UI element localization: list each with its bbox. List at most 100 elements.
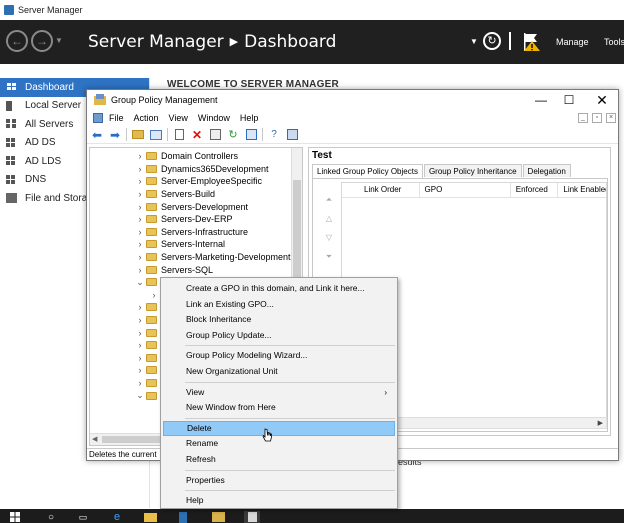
move-bottom-icon[interactable]: ⏷ [323,252,335,271]
menu-file[interactable]: File [109,113,124,123]
console-icon[interactable] [93,113,103,123]
expand-chevron-icon[interactable]: › [134,252,146,262]
servers-icon [6,119,17,130]
tree-item[interactable]: › Servers-Infrastructure [134,226,249,239]
tree-item[interactable]: › Servers-Build [134,188,216,201]
notepad-icon[interactable] [244,511,260,523]
menu-item-delete[interactable]: Delete [163,420,395,436]
edge-icon[interactable]: e [110,511,124,523]
expand-chevron-icon[interactable]: › [134,315,146,325]
refresh-icon[interactable]: ↻ [483,32,501,50]
start-icon[interactable] [8,511,22,523]
expand-chevron-icon[interactable]: › [134,328,146,338]
menu-item-new-organizational-unit[interactable]: New Organizational Unit [163,364,395,379]
history-dropdown-icon[interactable]: ▼ [55,36,63,45]
collapse-chevron-icon[interactable]: ⌄ [134,277,146,288]
move-top-icon[interactable]: ⏶ [323,195,335,214]
expand-chevron-icon[interactable]: › [134,227,146,237]
menu-item-properties[interactable]: Properties [163,473,395,488]
search-icon[interactable]: ○ [44,511,58,523]
tree-item[interactable]: › Server-EmployeeSpecific [134,175,263,188]
expand-chevron-icon[interactable]: › [134,353,146,363]
mdi-minimize-icon[interactable]: _ [578,113,588,123]
console-tree-icon[interactable] [285,128,299,142]
column-enforced[interactable]: Enforced [511,183,559,197]
scroll-thumb[interactable] [293,180,301,280]
forward-arrow-icon[interactable]: ➡ [108,128,122,142]
menu-help[interactable]: Help [240,113,259,123]
forward-icon[interactable]: → [31,30,53,52]
tools-menu[interactable]: Tools [604,37,624,47]
menu-item-rename[interactable]: Rename [163,436,395,451]
scroll-left-icon[interactable]: ◀ [92,435,97,443]
menu-item-link-an-existing-gpo[interactable]: Link an Existing GPO... [163,297,395,312]
menu-view[interactable]: View [169,113,188,123]
notification-flag-icon[interactable] [521,32,541,52]
menu-item-view[interactable]: View › [163,385,395,400]
gpm-titlebar[interactable]: Group Policy Management — ☐ ✕ [87,90,618,110]
menu-action[interactable]: Action [134,113,159,123]
tab-delegation[interactable]: Delegation [522,164,571,177]
tree-item[interactable]: › Servers-Development [134,200,249,213]
tree-item[interactable]: › Dynamics365Development [134,163,269,176]
mdi-close-icon[interactable]: × [606,113,616,123]
menu-item-block-inheritance[interactable]: Block Inheritance [163,312,395,327]
expand-chevron-icon[interactable]: › [134,164,146,174]
menu-item-help[interactable]: Help [163,493,395,508]
expand-chevron-icon[interactable]: › [134,365,146,375]
show-hide-tree-icon[interactable] [149,128,163,142]
back-arrow-icon[interactable]: ⬅ [90,128,104,142]
tree-item[interactable]: › Domain Controllers [134,150,239,163]
collapse-chevron-icon[interactable]: ⌄ [134,390,146,401]
menu-item-refresh[interactable]: Refresh [163,452,395,467]
move-down-icon[interactable]: ▽ [323,233,335,252]
expand-chevron-icon[interactable]: › [134,214,146,224]
menu-window[interactable]: Window [198,113,230,123]
back-icon[interactable]: ← [6,30,28,52]
move-up-icon[interactable]: △ [323,214,335,233]
menu-item-new-window-from-here[interactable]: New Window from Here [163,400,395,415]
expand-chevron-icon[interactable]: › [148,290,160,300]
tree-item[interactable]: › Servers-Internal [134,238,226,251]
delete-icon[interactable]: ✕ [190,128,204,142]
menu-item-create-a-gpo-in-this-domain-and-link-it-here[interactable]: Create a GPO in this domain, and Link it… [163,281,395,296]
scroll-right-icon[interactable]: ▶ [598,419,603,427]
copy-icon[interactable] [172,128,186,142]
expand-chevron-icon[interactable]: › [134,265,146,275]
breadcrumb-dropdown-icon[interactable]: ▼ [470,37,478,46]
menu-item-group-policy-modeling-wizard[interactable]: Group Policy Modeling Wizard... [163,348,395,363]
toolbar-separator [167,128,168,141]
menu-item-group-policy-update[interactable]: Group Policy Update... [163,328,395,343]
refresh-toolbar-icon[interactable]: ↻ [226,128,240,142]
maximize-icon[interactable]: ☐ [561,92,577,108]
expand-chevron-icon[interactable]: › [134,189,146,199]
column-link-order[interactable]: Link Order [342,183,420,197]
tree-item[interactable]: › Servers-SQL [134,263,214,276]
minimize-icon[interactable]: — [533,92,549,108]
server-manager-taskbar-icon[interactable] [176,511,190,523]
properties-icon[interactable] [208,128,222,142]
task-view-icon[interactable]: ▭ [76,511,90,523]
gpm-taskbar-icon[interactable] [210,511,226,523]
tree-item[interactable]: › Servers-Dev-ERP [134,213,233,226]
help-icon[interactable]: ? [267,128,281,142]
expand-chevron-icon[interactable]: › [134,239,146,249]
expand-chevron-icon[interactable]: › [134,151,146,161]
column-link-enabled[interactable]: Link Enabled [558,183,606,197]
column-gpo[interactable]: GPO [420,183,511,197]
tree-item[interactable]: › Servers-Marketing-Development [134,251,291,264]
tab-gp-inheritance[interactable]: Group Policy Inheritance [423,164,522,177]
close-icon[interactable]: ✕ [594,92,610,108]
expand-chevron-icon[interactable]: › [134,202,146,212]
manage-menu[interactable]: Manage [556,37,589,47]
expand-chevron-icon[interactable]: › [134,302,146,312]
expand-chevron-icon[interactable]: › [134,378,146,388]
mdi-restore-icon[interactable]: ▫ [592,113,602,123]
scroll-thumb[interactable] [102,436,162,443]
expand-chevron-icon[interactable]: › [134,176,146,186]
expand-chevron-icon[interactable]: › [134,340,146,350]
export-list-icon[interactable] [244,128,258,142]
file-explorer-icon[interactable] [142,511,158,523]
up-folder-icon[interactable] [131,128,145,142]
tab-linked-gpos[interactable]: Linked Group Policy Objects [312,164,423,178]
